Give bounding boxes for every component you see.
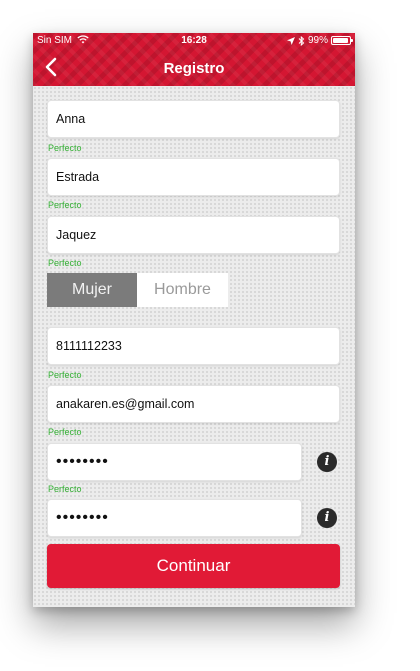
- screenshot-stage: Sin SIM 16:28 99% Registro Anna Perfecto…: [0, 0, 420, 671]
- password-field[interactable]: ••••••••: [47, 443, 302, 481]
- page-title: Registro: [163, 60, 225, 77]
- location-arrow-icon: [286, 36, 295, 45]
- registration-form: Anna Perfecto Estrada Perfecto Jaquez Pe…: [33, 86, 355, 607]
- battery-icon: [331, 36, 353, 45]
- first-name-hint: Perfecto: [48, 143, 82, 153]
- password-hint: Perfecto: [48, 484, 82, 494]
- gender-toggle: Mujer Hombre: [47, 273, 228, 307]
- last-name-hint: Perfecto: [48, 200, 82, 210]
- password-info-icon[interactable]: i: [317, 452, 337, 472]
- phone-hint: Perfecto: [48, 370, 82, 380]
- last-name-field[interactable]: Estrada: [47, 158, 340, 196]
- bluetooth-icon: [298, 35, 305, 46]
- gender-female-option[interactable]: Mujer: [47, 273, 137, 307]
- password-confirm-field[interactable]: ••••••••: [47, 499, 302, 537]
- battery-percent: 99%: [307, 35, 328, 46]
- second-last-name-field[interactable]: Jaquez: [47, 216, 340, 254]
- gender-male-option[interactable]: Hombre: [137, 273, 228, 307]
- password-confirm-info-icon[interactable]: i: [317, 508, 337, 528]
- first-name-field[interactable]: Anna: [47, 100, 340, 138]
- phone-field[interactable]: 8111112233: [47, 327, 340, 365]
- email-hint: Perfecto: [48, 427, 82, 437]
- status-right-group: 99%: [286, 35, 353, 46]
- status-bar: Sin SIM 16:28 99%: [33, 33, 355, 49]
- continue-button[interactable]: Continuar: [47, 544, 340, 588]
- nav-header: Sin SIM 16:28 99% Registro: [33, 33, 355, 86]
- email-field[interactable]: anakaren.es@gmail.com: [47, 385, 340, 423]
- phone-screen: Sin SIM 16:28 99% Registro Anna Perfecto…: [33, 33, 355, 607]
- second-last-name-hint: Perfecto: [48, 258, 82, 268]
